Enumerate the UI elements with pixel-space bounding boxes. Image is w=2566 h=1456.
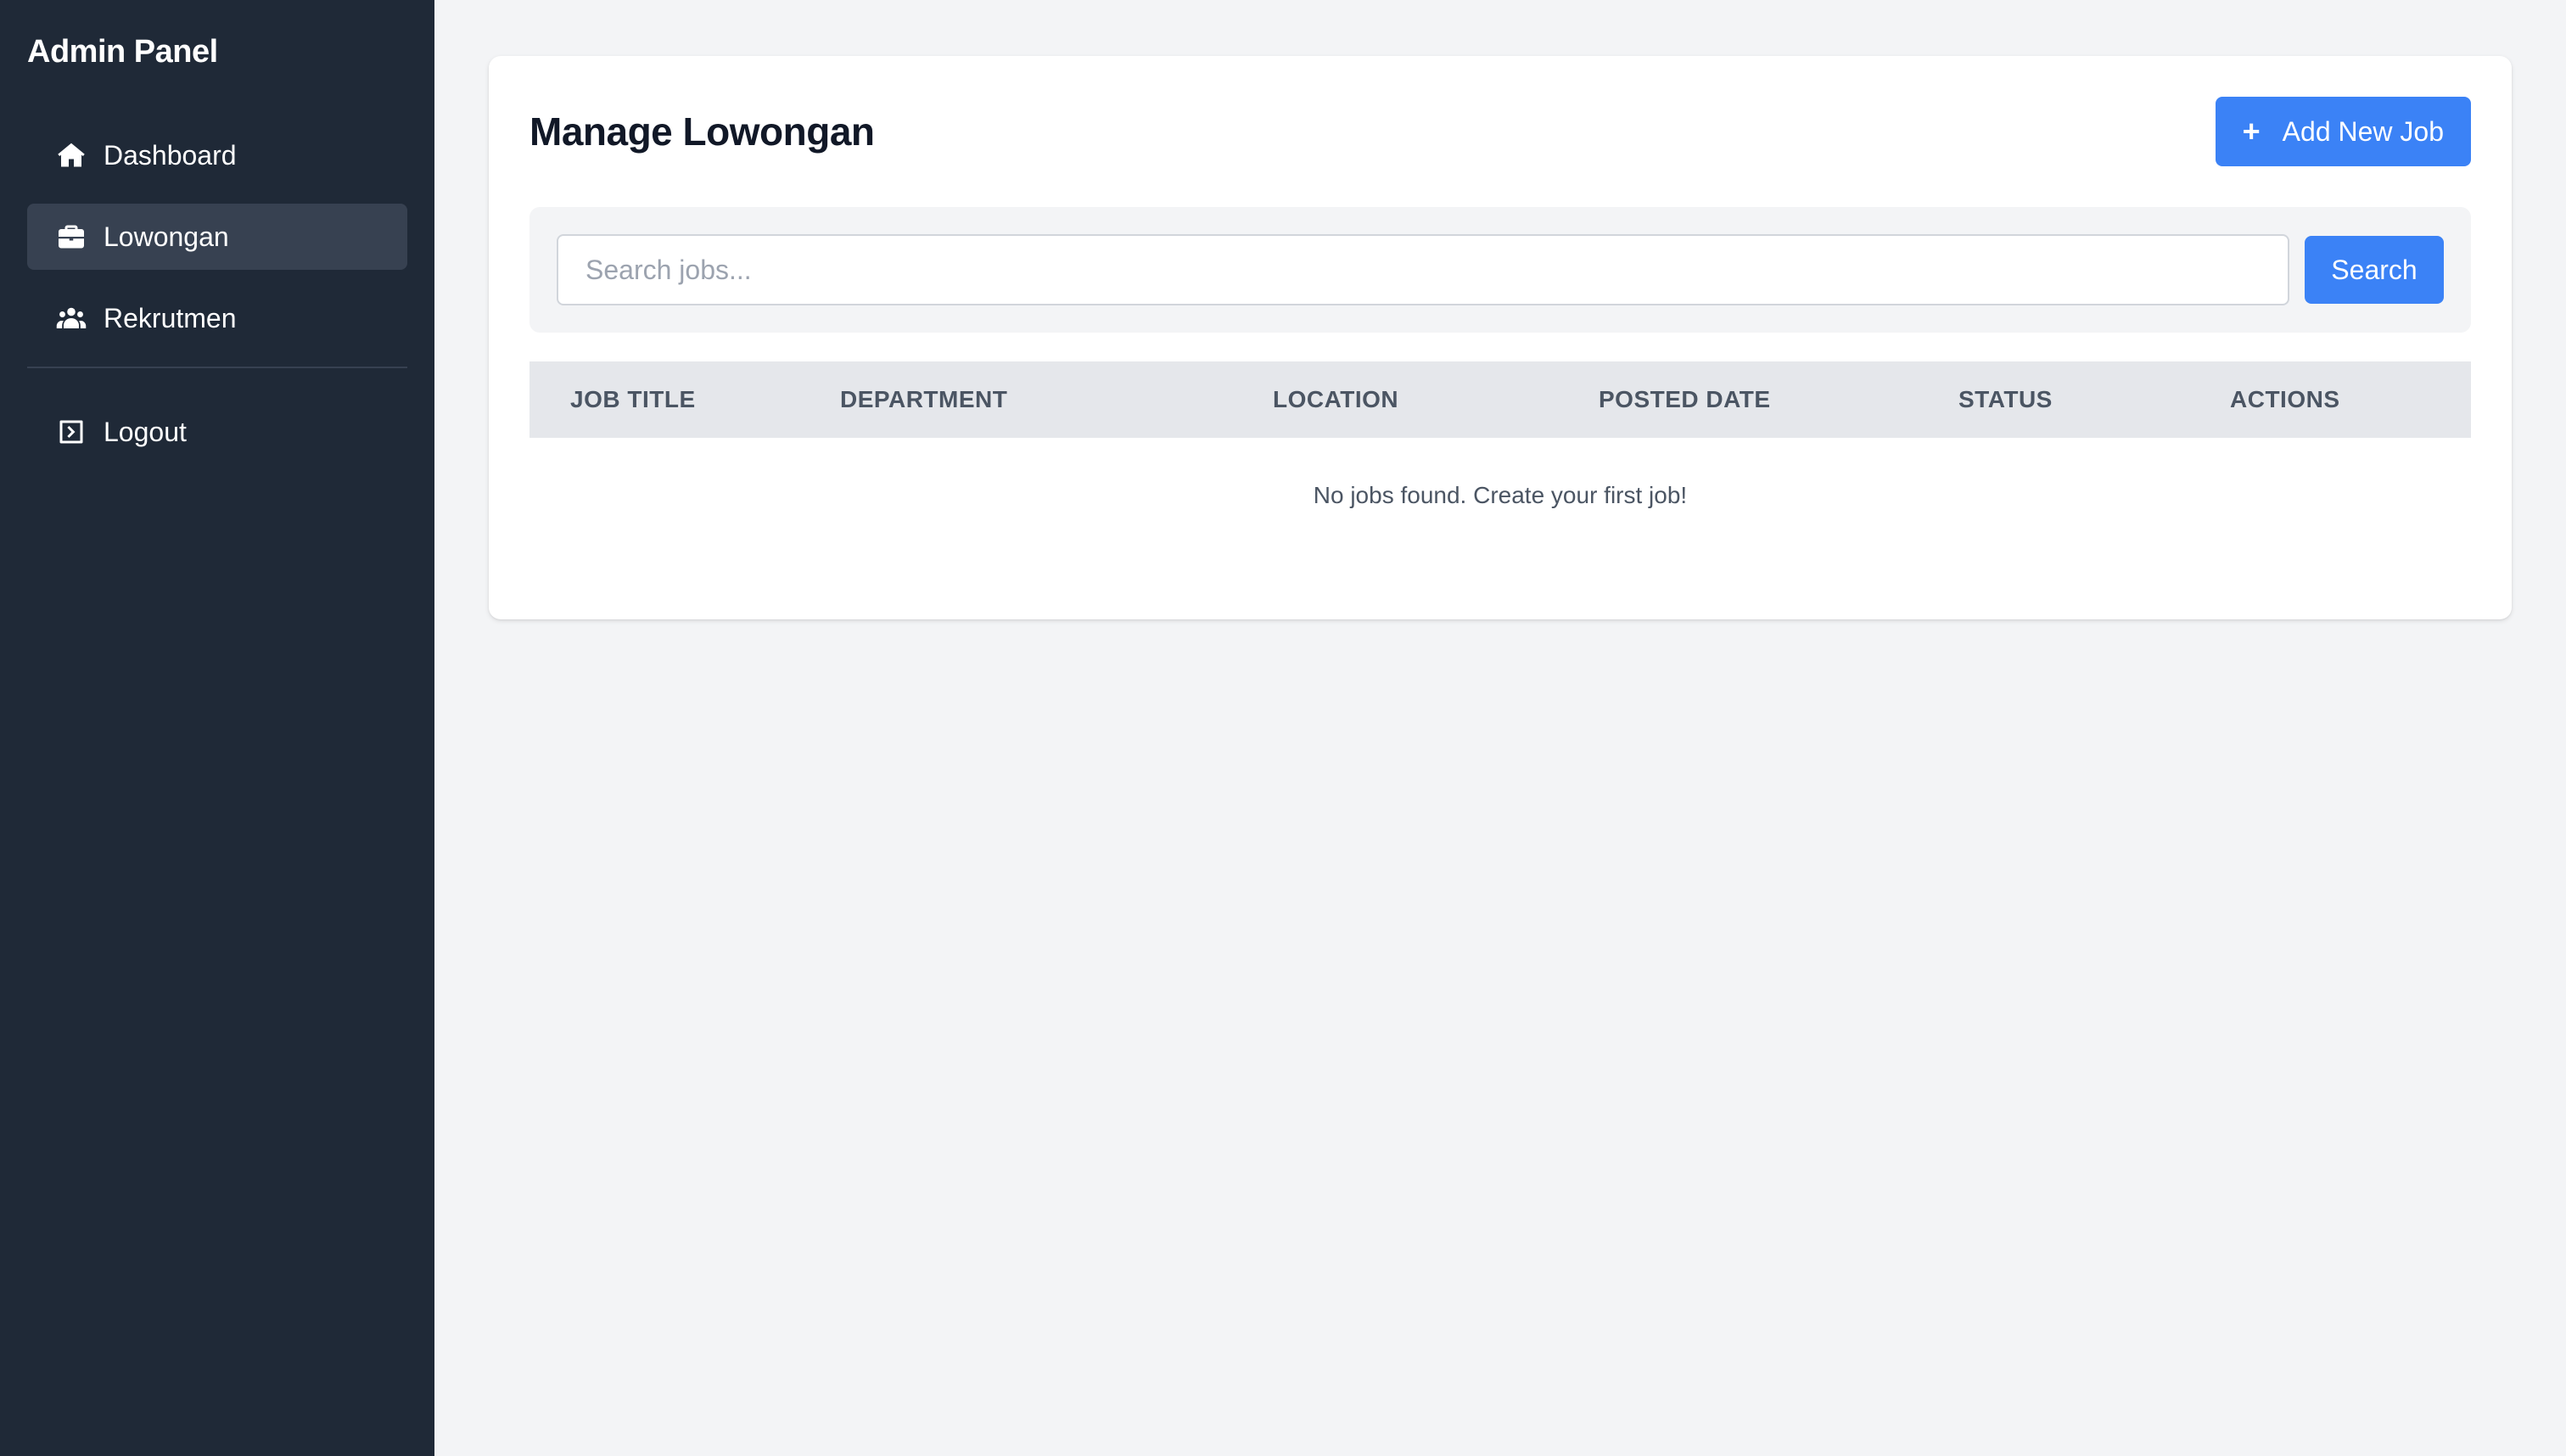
search-panel: Search xyxy=(529,207,2471,333)
column-header-status[interactable]: STATUS xyxy=(1958,386,2230,413)
add-new-job-label: Add New Job xyxy=(2282,115,2444,147)
column-header-location[interactable]: LOCATION xyxy=(1273,386,1599,413)
search-button[interactable]: Search xyxy=(2305,236,2444,304)
main-content: Manage Lowongan + Add New Job Search JOB… xyxy=(434,0,2566,1456)
jobs-table: JOB TITLE DEPARTMENT LOCATION POSTED DAT… xyxy=(529,361,2471,509)
sidebar-item-lowongan[interactable]: Lowongan xyxy=(27,204,407,270)
add-new-job-button[interactable]: + Add New Job xyxy=(2215,97,2471,166)
sidebar-item-label: Rekrutmen xyxy=(104,302,237,333)
home-icon xyxy=(56,140,87,171)
users-icon xyxy=(56,303,87,333)
sidebar: Admin Panel Dashboard Lowongan Rekrutmen xyxy=(0,0,434,1456)
sidebar-item-label: Lowongan xyxy=(104,221,229,252)
table-header: JOB TITLE DEPARTMENT LOCATION POSTED DAT… xyxy=(529,361,2471,438)
column-header-actions: ACTIONS xyxy=(2230,386,2340,412)
sidebar-item-rekrutmen[interactable]: Rekrutmen xyxy=(27,285,407,351)
jobs-card: Manage Lowongan + Add New Job Search JOB… xyxy=(489,56,2512,619)
plus-icon: + xyxy=(2242,114,2261,148)
empty-state-message: No jobs found. Create your first job! xyxy=(1313,482,1688,508)
column-header-posted-date[interactable]: POSTED DATE xyxy=(1599,386,1958,413)
column-header-department[interactable]: DEPARTMENT xyxy=(840,386,1273,413)
sidebar-item-label: Dashboard xyxy=(104,139,237,171)
sidebar-item-logout[interactable]: Logout xyxy=(27,399,407,465)
sidebar-item-dashboard[interactable]: Dashboard xyxy=(27,122,407,188)
logout-icon xyxy=(56,417,87,447)
sidebar-title: Admin Panel xyxy=(27,34,218,70)
search-input[interactable] xyxy=(557,234,2289,305)
sidebar-item-label: Logout xyxy=(104,416,187,447)
sidebar-nav: Dashboard Lowongan Rekrutmen Logout xyxy=(27,122,407,465)
sidebar-divider xyxy=(27,367,407,368)
briefcase-icon xyxy=(56,221,87,252)
page-title: Manage Lowongan xyxy=(529,109,875,154)
card-header: Manage Lowongan + Add New Job xyxy=(529,97,2471,166)
column-header-job-title[interactable]: JOB TITLE xyxy=(529,386,840,413)
app-root: Admin Panel Dashboard Lowongan Rekrutmen xyxy=(0,0,2566,1456)
